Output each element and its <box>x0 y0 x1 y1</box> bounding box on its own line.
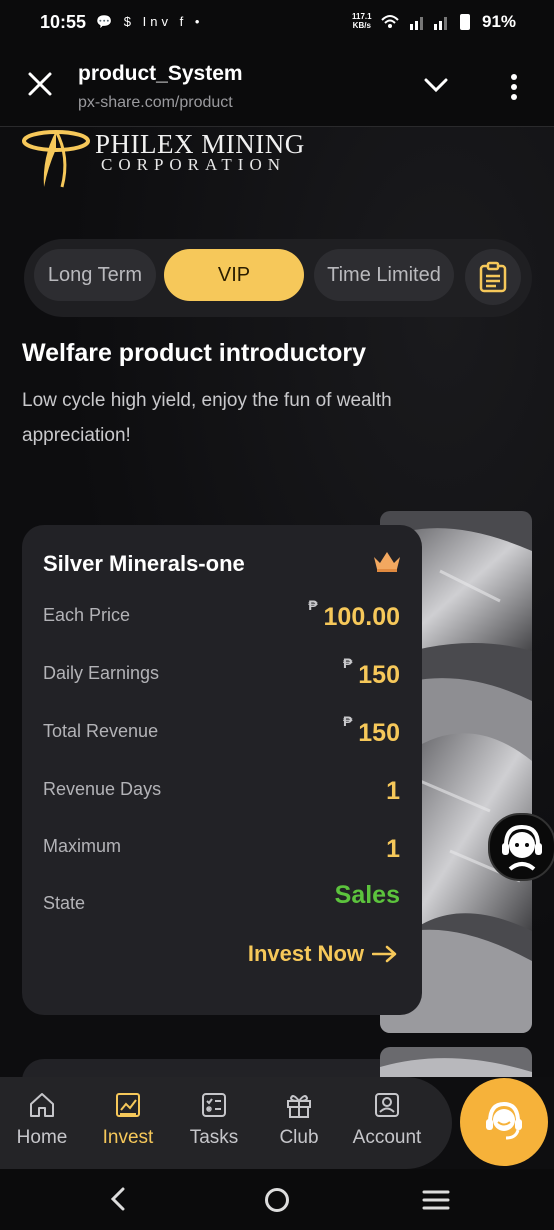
row-value-daily-earnings: ₱ 150 <box>342 655 400 689</box>
notification-icons: 💬 $ Inv f • <box>96 14 204 29</box>
row-label-each-price: Each Price <box>43 605 131 625</box>
status-time: 10:55 <box>40 12 87 32</box>
product-tabs: Long Term VIP Time Limited <box>24 239 532 317</box>
product-card: Silver Minerals-one Each Price ₱ 100.00 D… <box>22 525 422 1015</box>
network-speed: 117.1 KB/s <box>352 12 372 30</box>
battery-level: 91% <box>482 12 517 31</box>
close-icon[interactable] <box>26 70 54 98</box>
account-icon <box>375 1093 399 1117</box>
section-subtitle: Low cycle high yield, enjoy the fun of w… <box>22 390 392 446</box>
tab-time-limited[interactable]: Time Limited <box>314 249 454 301</box>
row-value-each-price: ₱ 100.00 <box>308 597 400 631</box>
status-bar: 10:55 💬 $ Inv f • 117.1 KB/s 91% <box>0 0 554 46</box>
bottom-navigation: Home Invest Tasks Club Account <box>0 1077 452 1169</box>
clipboard-icon <box>479 261 507 293</box>
philex-logo-icon <box>22 130 90 188</box>
ore-image-next <box>380 1047 532 1077</box>
arrow-right-icon <box>372 945 397 963</box>
tab-vip[interactable]: VIP <box>164 249 304 301</box>
wifi-signal-icon <box>381 14 470 30</box>
page-content: PHILEX MINING CORPORATION Long Term VIP … <box>0 127 554 1077</box>
browser-toolbar: product_System px-share.com/product <box>0 46 554 127</box>
peso-icon: ₱ <box>342 655 353 671</box>
invest-now-button[interactable]: Invest Now <box>248 941 398 967</box>
records-button[interactable] <box>465 249 521 305</box>
headset-agent-icon <box>502 824 542 871</box>
system-navigation-bar <box>0 1169 554 1230</box>
invest-now-label: Invest Now <box>247 941 364 966</box>
signal-icons <box>380 12 476 35</box>
peso-icon: ₱ <box>308 597 318 613</box>
support-chat-button[interactable] <box>460 1078 548 1166</box>
product-name: Silver Minerals-one <box>43 551 245 576</box>
more-options-icon[interactable] <box>507 74 521 100</box>
row-label-revenue-days: Revenue Days <box>43 779 162 799</box>
brand-subtitle: CORPORATION <box>101 155 287 174</box>
page-title: product_System <box>78 62 243 85</box>
row-value-revenue-days: 1 <box>386 777 400 805</box>
product-card-next <box>22 1059 422 1077</box>
row-label-total-revenue: Total Revenue <box>43 721 159 741</box>
home-icon <box>30 1093 54 1117</box>
gift-icon <box>287 1095 311 1118</box>
tab-long-term[interactable]: Long Term <box>34 249 156 301</box>
peso-icon: ₱ <box>342 713 353 729</box>
nav-tasks[interactable]: Tasks <box>174 1091 254 1149</box>
recents-menu-icon[interactable] <box>422 1189 450 1211</box>
section-heading: Welfare product introductory <box>22 339 367 367</box>
nav-account[interactable]: Account <box>344 1091 430 1149</box>
row-label-daily-earnings: Daily Earnings <box>43 663 160 683</box>
nav-club[interactable]: Club <box>259 1091 339 1149</box>
row-label-state: State <box>43 893 86 913</box>
row-label-maximum: Maximum <box>43 836 122 856</box>
customer-service-button[interactable] <box>488 813 554 881</box>
nav-invest[interactable]: Invest <box>88 1091 168 1149</box>
home-circle-icon[interactable] <box>264 1187 290 1213</box>
row-value-total-revenue: ₱ 150 <box>342 713 400 747</box>
headset-agent-icon <box>486 1101 522 1140</box>
invest-icon <box>116 1093 140 1117</box>
row-value-maximum: 1 <box>386 835 400 863</box>
tasks-icon <box>202 1093 226 1117</box>
back-icon[interactable] <box>108 1187 128 1211</box>
chevron-down-icon[interactable] <box>424 76 448 94</box>
row-value-state: Sales <box>334 881 400 909</box>
page-url: px-share.com/product <box>78 94 233 111</box>
nav-home[interactable]: Home <box>2 1091 82 1149</box>
crown-icon <box>374 552 400 572</box>
